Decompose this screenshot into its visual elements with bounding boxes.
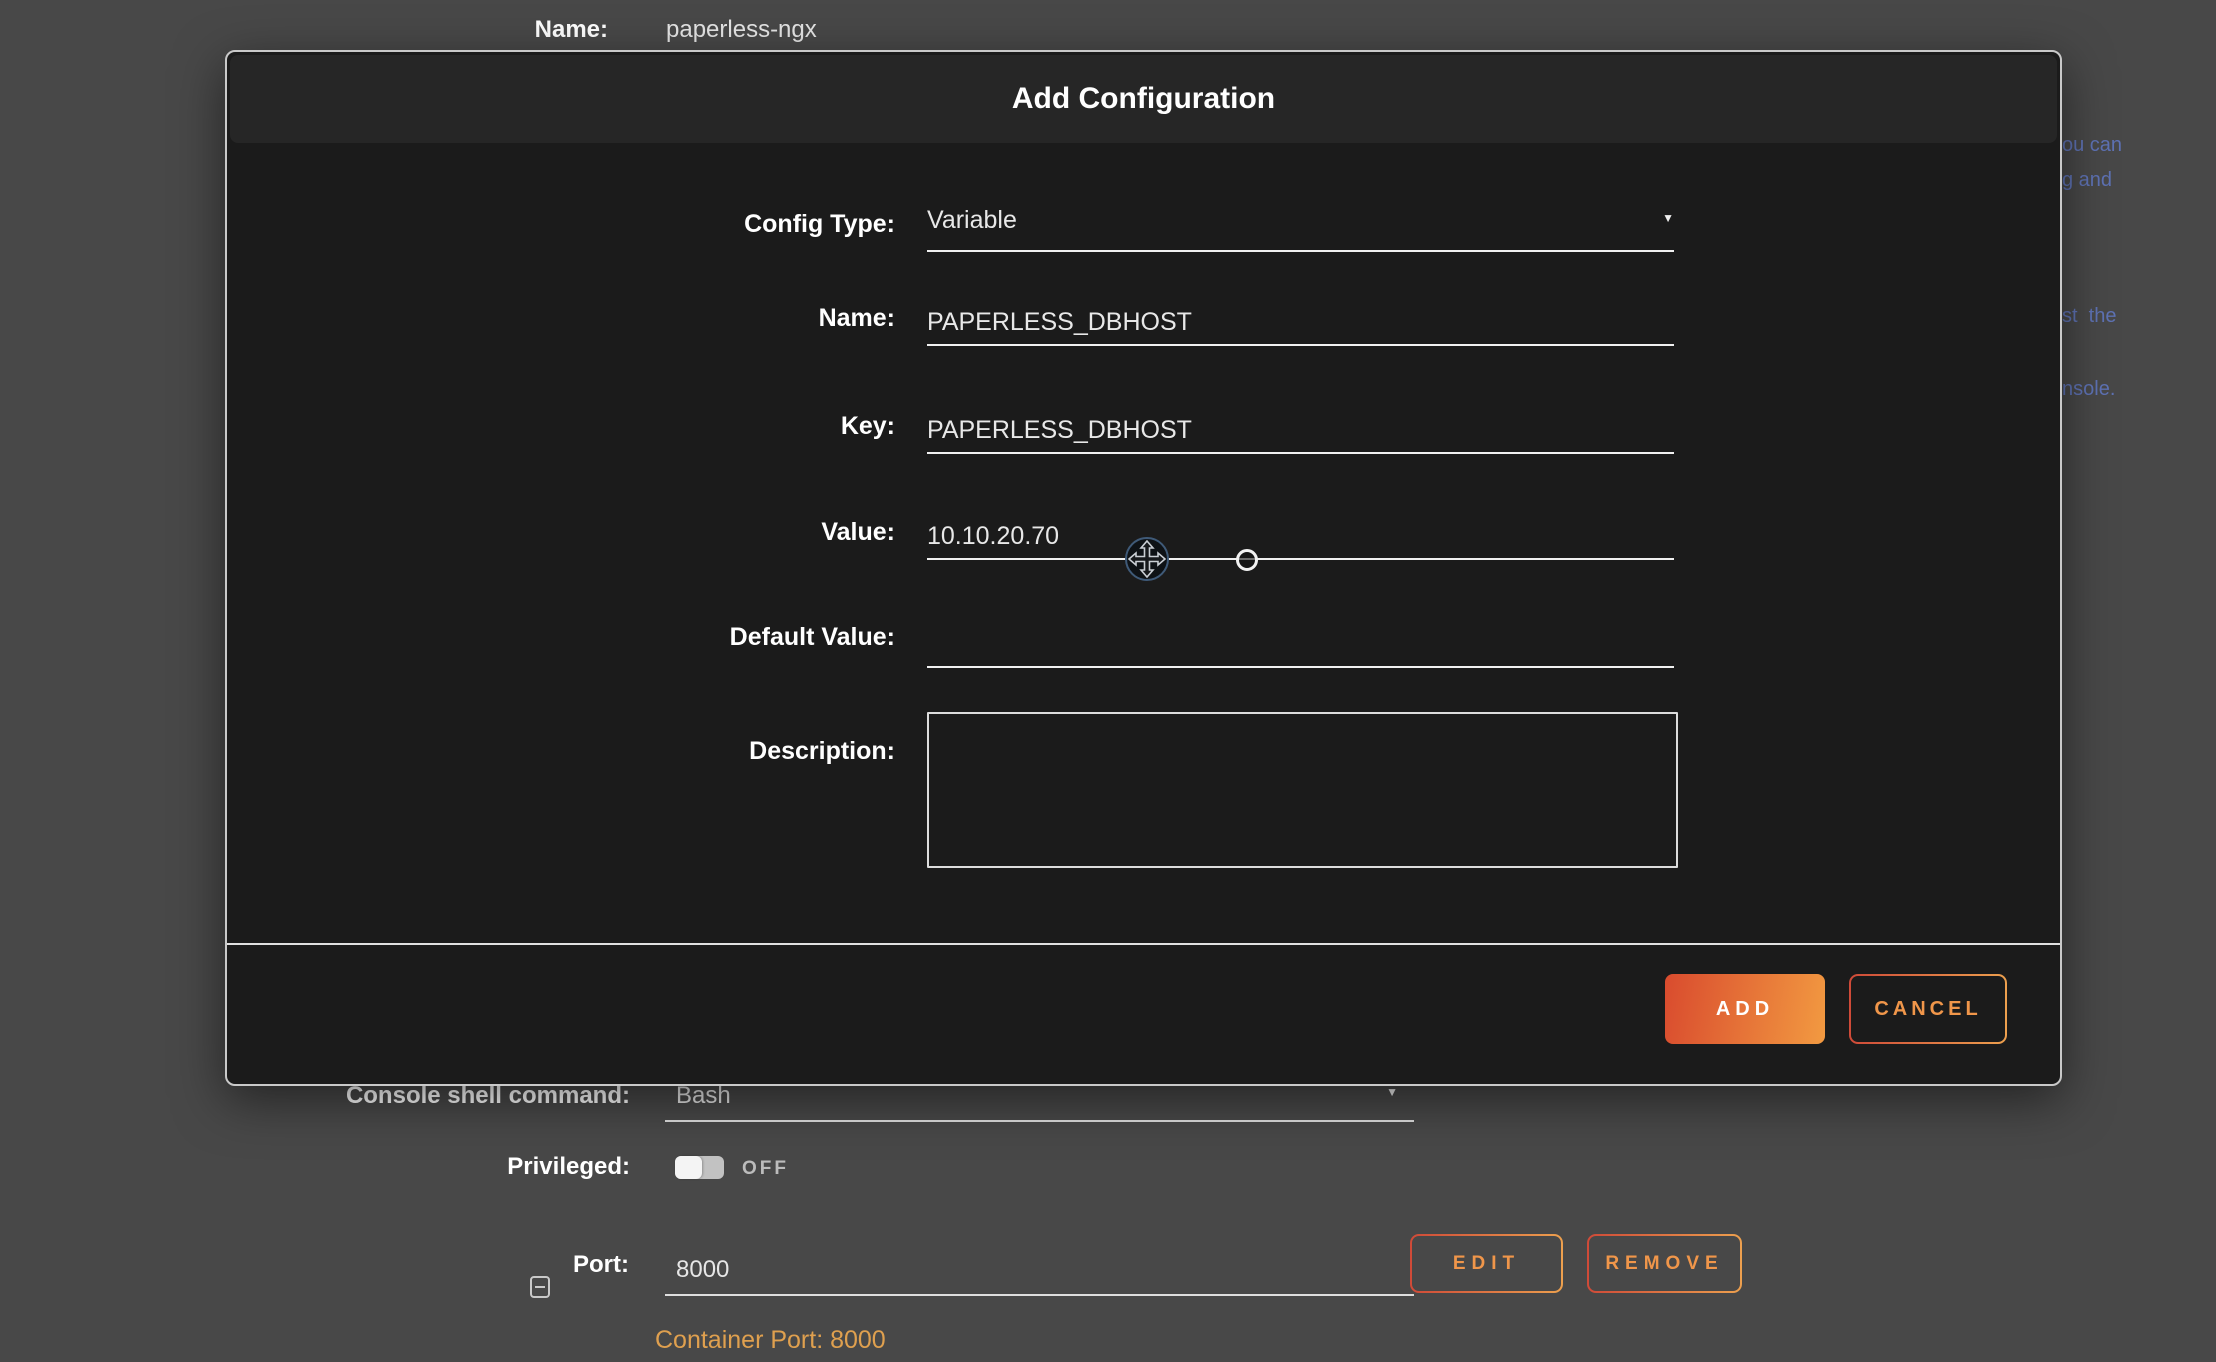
toggle-knob-icon	[675, 1156, 702, 1179]
remove-button-label: REMOVE	[1589, 1236, 1740, 1291]
port-input[interactable]: 8000	[665, 1252, 1414, 1296]
remove-button[interactable]: REMOVE	[1587, 1234, 1742, 1293]
help-text-fragment[interactable]: nsole.	[2062, 378, 2115, 401]
value-label: Value:	[475, 518, 895, 547]
screen: Name: paperless-ngx ou can g and st the …	[0, 0, 2216, 1362]
description-textarea[interactable]	[927, 712, 1678, 868]
key-input[interactable]	[927, 408, 1674, 454]
config-type-value: Variable	[927, 206, 1017, 235]
dialog-header: Add Configuration	[230, 55, 2057, 143]
privileged-toggle[interactable]	[675, 1156, 724, 1179]
help-text-fragment[interactable]: g and	[2062, 169, 2112, 192]
key-label: Key:	[475, 412, 895, 441]
port-label: Port:	[500, 1251, 629, 1279]
help-text-fragment[interactable]: ou can	[2062, 134, 2122, 157]
edit-button[interactable]: EDIT	[1410, 1234, 1563, 1293]
config-type-select[interactable]: Variable ▼	[927, 206, 1674, 252]
description-label: Description:	[475, 737, 895, 766]
footer-divider	[227, 943, 2060, 945]
cancel-button[interactable]: CANCEL	[1849, 974, 2007, 1044]
chevron-down-icon: ▼	[1662, 212, 1674, 224]
add-button-label: ADD	[1716, 998, 1774, 1021]
edit-button-label: EDIT	[1412, 1236, 1561, 1291]
cancel-button-label: CANCEL	[1851, 976, 2005, 1042]
console-shell-label: Console shell command:	[200, 1082, 630, 1110]
move-cursor-icon	[1124, 536, 1170, 582]
dialog-title: Add Configuration	[1012, 82, 1275, 116]
port-value: 8000	[676, 1256, 729, 1284]
bg-name-value: paperless-ngx	[666, 16, 817, 44]
privileged-state: OFF	[742, 1158, 789, 1180]
click-point-icon	[1236, 549, 1258, 571]
name-label: Name:	[475, 304, 895, 333]
container-port-note: Container Port: 8000	[655, 1326, 886, 1355]
bg-name-label: Name:	[408, 16, 608, 44]
config-type-label: Config Type:	[475, 210, 895, 239]
add-button[interactable]: ADD	[1665, 974, 1825, 1044]
default-value-input[interactable]	[927, 622, 1674, 668]
privileged-label: Privileged:	[200, 1153, 630, 1181]
value-input[interactable]	[927, 514, 1674, 560]
port-collapse-minus-icon[interactable]	[530, 1276, 550, 1298]
help-text-fragment[interactable]: st the	[2062, 305, 2116, 328]
console-shell-value: Bash	[676, 1082, 731, 1110]
name-input[interactable]	[927, 300, 1674, 346]
default-value-label: Default Value:	[475, 623, 895, 652]
chevron-down-icon: ▼	[1386, 1086, 1398, 1098]
